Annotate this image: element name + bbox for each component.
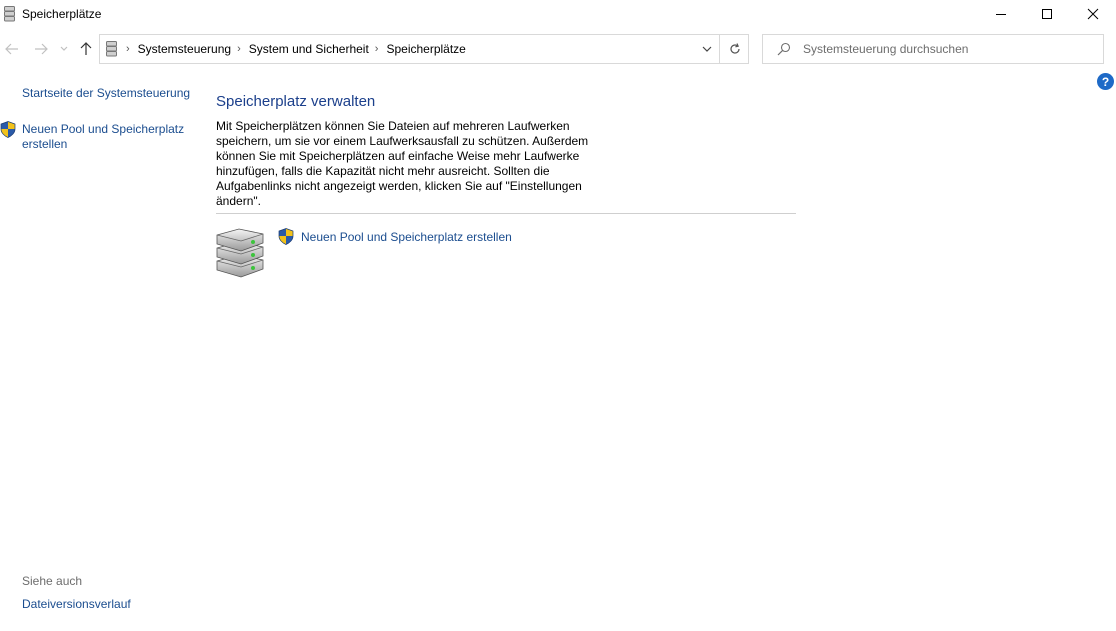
storage-spaces-icon — [4, 6, 15, 22]
breadcrumb-item-system-und-sicherheit[interactable]: System und Sicherheit — [249, 42, 369, 56]
chevron-right-icon[interactable]: › — [237, 43, 241, 55]
page-description: Mit Speicherplätzen können Sie Dateien a… — [216, 119, 589, 208]
control-panel-home-link[interactable]: Startseite der Systemsteuerung — [22, 86, 190, 101]
maximize-button[interactable] — [1024, 0, 1070, 28]
storage-spaces-icon — [106, 41, 117, 57]
search-icon — [777, 42, 791, 56]
breadcrumb-item-speicherplaetze[interactable]: Speicherplätze — [386, 42, 465, 56]
new-pool-link[interactable]: Neuen Pool und Speicherplatz erstellen — [22, 122, 192, 152]
help-icon[interactable]: ? — [1097, 73, 1114, 90]
refresh-icon — [729, 43, 740, 54]
address-history-dropdown[interactable] — [695, 35, 719, 63]
arrow-left-icon — [5, 43, 18, 55]
maximize-icon — [1042, 9, 1052, 19]
search-input[interactable]: Systemsteuerung durchsuchen — [803, 42, 968, 56]
uac-shield-icon — [0, 121, 16, 138]
create-pool-task-link[interactable]: Neuen Pool und Speicherplatz erstellen — [301, 230, 512, 244]
close-icon — [1087, 8, 1099, 20]
title-bar: Speicherplätze — [0, 0, 1116, 28]
address-bar[interactable]: › Systemsteuerung › System und Sicherhei… — [99, 34, 749, 64]
uac-shield-icon — [278, 228, 294, 245]
search-box[interactable]: Systemsteuerung durchsuchen — [762, 34, 1104, 64]
back-button[interactable] — [2, 38, 22, 60]
minimize-button[interactable] — [978, 0, 1024, 28]
chevron-right-icon[interactable]: › — [126, 43, 130, 55]
breadcrumb-item-systemsteuerung[interactable]: Systemsteuerung — [138, 42, 231, 56]
close-button[interactable] — [1070, 0, 1116, 28]
chevron-down-icon — [60, 46, 68, 51]
arrow-right-icon — [35, 43, 48, 55]
page-title: Speicherplatz verwalten — [216, 93, 376, 110]
file-history-link[interactable]: Dateiversionsverlauf — [22, 597, 131, 612]
window-title: Speicherplätze — [22, 7, 102, 21]
forward-button[interactable] — [31, 38, 51, 60]
storage-drives-icon — [216, 228, 264, 278]
minimize-icon — [996, 14, 1006, 15]
up-button[interactable] — [76, 38, 96, 60]
section-divider — [216, 213, 796, 214]
arrow-up-icon — [80, 42, 92, 55]
control-panel-window: Speicherplätze › Systemsteuerung › Syste… — [0, 0, 1116, 631]
chevron-down-icon — [702, 46, 712, 52]
see-also-heading: Siehe auch — [22, 574, 83, 588]
breadcrumb: › Systemsteuerung › System und Sicherhei… — [124, 42, 470, 56]
recent-locations-button[interactable] — [56, 38, 72, 60]
chevron-right-icon[interactable]: › — [375, 43, 379, 55]
refresh-button[interactable] — [720, 35, 749, 63]
